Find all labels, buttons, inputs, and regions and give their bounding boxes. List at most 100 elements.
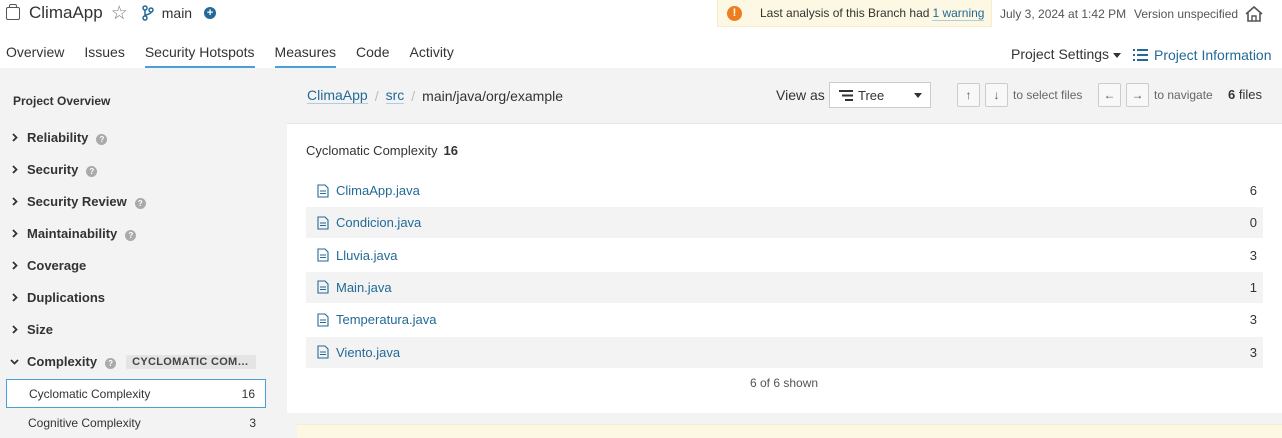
file-row[interactable]: Condicion.java 0: [306, 207, 1263, 239]
project-nav: Overview Issues Security Hotspots Measur…: [6, 44, 474, 69]
chevron-right-icon: [12, 197, 18, 206]
navigate-hint: to navigate: [1154, 88, 1213, 102]
sidebar-item-label: Security Review: [27, 194, 127, 209]
home-icon[interactable]: [1244, 5, 1264, 23]
tree-icon: [839, 89, 853, 101]
project-information-link[interactable]: Project Information: [1133, 47, 1272, 63]
sidebar-item-maintainability[interactable]: Maintainability?: [10, 226, 137, 241]
sidebar-title: Project Overview: [13, 94, 111, 108]
tab-measures[interactable]: Measures: [274, 44, 337, 69]
file-name-link[interactable]: Main.java: [336, 280, 392, 295]
file-row[interactable]: ClimaApp.java 6: [306, 175, 1263, 206]
file-browser-header: ClimaApp / src / main/java/org/example V…: [287, 68, 1282, 124]
analysis-warning-banner: ! Last analysis of this Branch had 1 war…: [717, 0, 992, 27]
help-icon[interactable]: ?: [105, 357, 117, 369]
key-up-button[interactable]: ↑: [957, 83, 980, 107]
chevron-right-icon: [12, 133, 18, 142]
top-bar: ClimaApp ☆ main + ! Last analysis of thi…: [0, 0, 1282, 30]
key-left-button[interactable]: ←: [1098, 83, 1121, 107]
warning-text: Last analysis of this Branch had: [760, 6, 930, 20]
sidebar-item-label: Maintainability: [27, 226, 118, 241]
add-branch-icon[interactable]: +: [204, 7, 217, 19]
file-metric-value: 0: [1249, 215, 1257, 231]
file-row[interactable]: Lluvia.java 3: [306, 240, 1263, 271]
project-icon: [6, 3, 20, 20]
project-name-link[interactable]: ClimaApp: [29, 3, 103, 23]
favorite-star-icon[interactable]: ☆: [111, 4, 128, 23]
chevron-right-icon: [12, 325, 18, 334]
file-name-link[interactable]: Temperatura.java: [336, 312, 436, 327]
file-icon: [317, 248, 329, 262]
tab-overview[interactable]: Overview: [6, 44, 64, 69]
sidebar-subitem-value: 3: [249, 415, 256, 430]
sidebar-item-label: Security: [27, 162, 79, 177]
help-icon[interactable]: ?: [96, 133, 108, 145]
file-row[interactable]: Temperatura.java 3: [306, 304, 1263, 335]
chevron-down-icon: [914, 93, 922, 98]
file-icon: [317, 313, 329, 327]
bottom-warning-banner: [297, 424, 1282, 438]
sidebar-item-security-review[interactable]: Security Review?: [10, 194, 146, 209]
breadcrumb-separator: /: [374, 87, 379, 104]
help-icon[interactable]: ?: [86, 165, 98, 177]
file-icon: [317, 345, 329, 359]
help-icon[interactable]: ?: [125, 229, 137, 241]
sidebar-item-badge: CYCLOMATIC COMPLEXITY: [126, 354, 257, 369]
sidebar-subitem-cognitive-complexity[interactable]: Cognitive Complexity 3: [6, 408, 266, 437]
sidebar-item-duplications[interactable]: Duplications: [10, 290, 105, 305]
file-row[interactable]: Main.java 1: [306, 271, 1263, 303]
sidebar-subitem-cyclomatic-complexity[interactable]: Cyclomatic Complexity 16: [6, 379, 266, 408]
file-icon: [317, 216, 329, 230]
file-icon: [317, 183, 329, 198]
file-metric-value: 3: [1249, 247, 1257, 263]
sidebar-subitem-label: Cyclomatic Complexity: [29, 386, 151, 401]
view-as-value: Tree: [858, 87, 885, 103]
sidebar-item-coverage[interactable]: Coverage: [10, 258, 86, 273]
files-count: 6 files: [1228, 87, 1262, 102]
tab-code[interactable]: Code: [356, 44, 389, 69]
warning-link[interactable]: 1 warning: [932, 6, 985, 21]
file-name-link[interactable]: Condicion.java: [336, 215, 421, 230]
key-down-button[interactable]: ↓: [985, 83, 1008, 107]
file-row[interactable]: Viento.java 3: [306, 336, 1263, 368]
project-header: ClimaApp ☆ main +: [6, 3, 217, 23]
breadcrumb-src[interactable]: src: [385, 87, 405, 104]
file-metric-value: 1: [1249, 279, 1257, 295]
file-name-link[interactable]: Lluvia.java: [336, 248, 397, 263]
chevron-right-icon: [12, 229, 18, 238]
project-settings-label: Project Settings: [1011, 46, 1110, 62]
file-name-link[interactable]: ClimaApp.java: [336, 183, 420, 198]
file-metric-value: 3: [1249, 344, 1257, 360]
project-information-label: Project Information: [1154, 47, 1272, 63]
help-icon[interactable]: ?: [134, 197, 146, 209]
sidebar-item-label: Complexity: [27, 354, 98, 369]
chevron-down-icon: [10, 359, 19, 365]
breadcrumb-root[interactable]: ClimaApp: [307, 87, 368, 104]
list-icon: [1133, 49, 1148, 61]
view-as-select[interactable]: Tree: [829, 82, 931, 108]
project-settings-menu[interactable]: Project Settings: [1011, 46, 1122, 62]
tab-security-hotspots[interactable]: Security Hotspots: [144, 44, 255, 69]
tab-issues[interactable]: Issues: [84, 44, 124, 69]
tab-activity[interactable]: Activity: [409, 44, 453, 69]
sidebar-item-security[interactable]: Security?: [10, 162, 98, 177]
breadcrumb: ClimaApp / src / main/java/org/example: [307, 87, 563, 104]
branch-icon: [142, 5, 154, 21]
sidebar-item-label: Duplications: [27, 290, 106, 305]
key-right-button[interactable]: →: [1126, 83, 1149, 107]
sidebar-item-reliability[interactable]: Reliability?: [10, 130, 108, 145]
branch-name[interactable]: main: [162, 5, 192, 21]
sidebar-item-label: Size: [27, 322, 54, 337]
chevron-down-icon: [1113, 52, 1122, 58]
select-files-hint: to select files: [1013, 88, 1083, 102]
metric-value: 16: [443, 143, 458, 158]
sidebar-item-size[interactable]: Size: [10, 322, 53, 337]
sidebar-subitem-value: 16: [241, 386, 255, 401]
files-count-number: 6: [1228, 87, 1236, 102]
file-name-link[interactable]: Viento.java: [336, 345, 400, 360]
chevron-right-icon: [12, 165, 18, 174]
file-metric-value: 3: [1249, 312, 1257, 328]
chevron-right-icon: [12, 293, 18, 302]
warning-icon: !: [727, 5, 742, 21]
sidebar-item-complexity[interactable]: Complexity? CYCLOMATIC COMPLEXITY: [10, 354, 257, 369]
